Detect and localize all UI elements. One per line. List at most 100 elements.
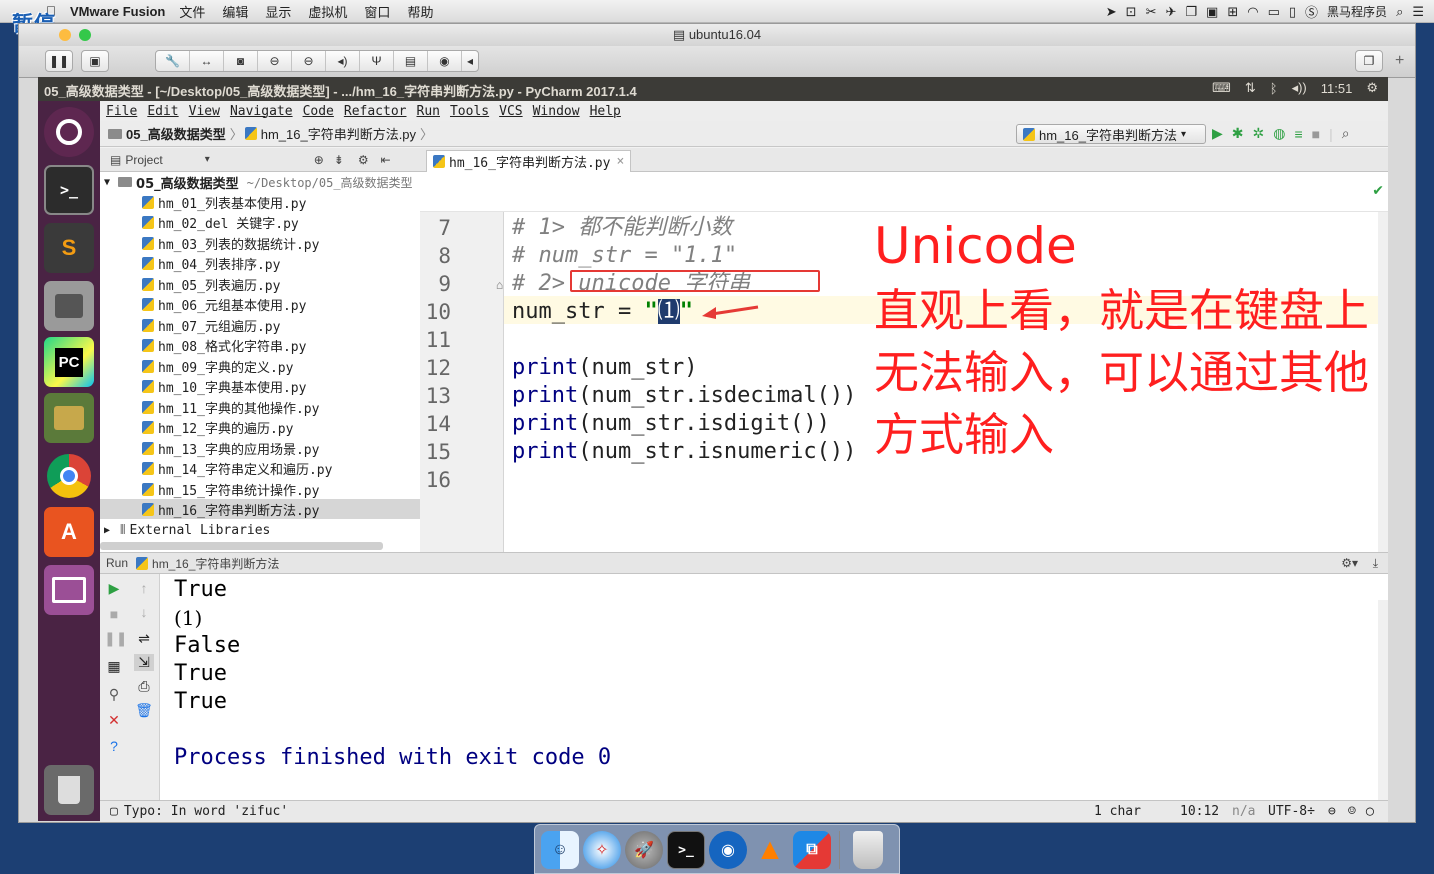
console-scrollbar[interactable] — [1378, 600, 1388, 800]
pc-menu-edit[interactable]: Edit — [147, 104, 178, 119]
fold-marker-icon[interactable]: ⌂ — [496, 278, 503, 292]
pause-icon[interactable]: ❚❚ — [104, 630, 127, 647]
gear-icon[interactable]: ⚙▾ — [1341, 556, 1358, 570]
rerun-icon[interactable]: ▶ — [104, 580, 124, 597]
pc-menu-code[interactable]: Code — [303, 104, 334, 119]
lock-icon[interactable]: ⊖ — [258, 51, 292, 71]
gear-icon[interactable]: ⚙ — [358, 153, 369, 167]
console-output[interactable]: True (1) False True True Process finishe… — [160, 574, 1388, 800]
tree-file-item[interactable]: hm_06_元组基本使用.py — [100, 294, 420, 314]
stop-icon[interactable]: ■ — [104, 606, 124, 622]
safari-icon[interactable]: ✧ — [583, 831, 621, 869]
run-panel-label[interactable]: Run — [106, 556, 128, 570]
editor-tab-active[interactable]: hm_16_字符串判断方法.py × — [426, 150, 632, 172]
pycharm-launcher-icon[interactable]: PC — [44, 337, 94, 387]
files-launcher-icon[interactable] — [44, 281, 94, 331]
code-editor[interactable]: # 1> 都不能判断小数 # num_str = "1.1" # 2> unic… — [504, 212, 1388, 552]
inspection-ok-icon[interactable]: ✔ — [1372, 182, 1384, 199]
profile-icon[interactable]: ◍ — [1273, 125, 1285, 142]
tree-file-item[interactable]: hm_14_字符串定义和遍历.py — [100, 458, 420, 478]
tree-file-item[interactable]: hm_02_del 关键字.py — [100, 212, 420, 232]
tree-file-item[interactable]: hm_05_列表遍历.py — [100, 274, 420, 294]
pc-menu-vcs[interactable]: VCS — [499, 104, 522, 119]
status-toggle-icon[interactable]: ▢ — [110, 804, 118, 819]
pc-menu-tools[interactable]: Tools — [450, 104, 489, 119]
menu-vm[interactable]: 虚拟机 — [308, 2, 347, 21]
sublime-launcher-icon[interactable]: S — [44, 223, 94, 273]
expand-arrow-icon[interactable]: ▼ — [104, 177, 110, 188]
pc-menu-run[interactable]: Run — [417, 104, 440, 119]
soft-wrap-icon[interactable]: ⇌ — [134, 630, 154, 647]
clipboard-icon[interactable]: ▣ — [1206, 4, 1218, 20]
trash-launcher-icon[interactable] — [44, 765, 94, 815]
tree-file-item[interactable]: hm_07_元组遍历.py — [100, 315, 420, 335]
disk-icon[interactable]: ◙ — [224, 51, 258, 71]
tree-file-item[interactable]: hm_10_字典基本使用.py — [100, 376, 420, 396]
send-icon[interactable]: ✈ — [1165, 4, 1176, 20]
menu-edit[interactable]: 编辑 — [222, 2, 248, 21]
mac-user-name[interactable]: 黑马程序员 — [1327, 3, 1387, 20]
layout-icon[interactable]: ▦ — [104, 658, 124, 675]
breadcrumb-file[interactable]: hm_16_字符串判断方法.py 〉 — [244, 124, 433, 143]
menu-view[interactable]: 显示 — [265, 2, 291, 21]
tree-root-folder[interactable]: ▼ 05_高级数据类型 ~/Desktop/05_高级数据类型 — [100, 172, 420, 192]
terminal-dock-icon[interactable]: >_ — [667, 831, 705, 869]
terminal-launcher-icon[interactable]: >_ — [44, 165, 94, 215]
tree-file-item[interactable]: hm_08_格式化字符串.py — [100, 335, 420, 355]
tree-file-item[interactable]: hm_03_列表的数据统计.py — [100, 233, 420, 253]
dash-home-icon[interactable] — [44, 107, 94, 157]
menu-window[interactable]: 窗口 — [364, 2, 390, 21]
lock-icon[interactable]: ⊖ — [1328, 804, 1336, 819]
print-icon[interactable]: ⎙ — [134, 678, 154, 695]
tree-file-item[interactable]: hm_11_字典的其他操作.py — [100, 397, 420, 417]
finder-icon[interactable]: ☺ — [541, 831, 579, 869]
pc-menu-view[interactable]: View — [189, 104, 220, 119]
menu-file[interactable]: 文件 — [179, 2, 205, 21]
launchpad-icon[interactable]: 🚀 — [625, 831, 663, 869]
event-log-icon[interactable]: ◯ — [1366, 804, 1374, 819]
vm-unity-button[interactable]: ❐ — [1355, 50, 1383, 72]
spotlight-search-icon[interactable]: ⌕ — [1396, 4, 1403, 20]
bluetooth-icon[interactable]: ᛒ — [1270, 81, 1278, 96]
debug-bug-icon[interactable]: ✱ — [1232, 125, 1244, 142]
status-encoding[interactable]: UTF-8÷ — [1268, 804, 1315, 819]
books-launcher-icon[interactable] — [44, 393, 94, 443]
sogou-icon[interactable]: Ⓢ — [1305, 2, 1318, 21]
pc-menu-navigate[interactable]: Navigate — [230, 104, 293, 119]
pin-icon[interactable]: ⚲ — [104, 686, 124, 703]
vmware-dock-icon[interactable]: ⧉ — [793, 831, 831, 869]
status-cursor-position[interactable]: 10:12 — [1180, 804, 1219, 819]
workspace-switcher-icon[interactable] — [44, 565, 94, 615]
airplay-icon[interactable]: ▭ — [1268, 4, 1280, 20]
coverage-icon[interactable]: ✲ — [1253, 125, 1265, 142]
collapse-all-icon[interactable]: ⇟ — [334, 153, 344, 167]
status-line-separator[interactable]: n/a — [1232, 804, 1255, 819]
run-play-icon[interactable]: ▶ — [1212, 125, 1223, 142]
concurrency-icon[interactable]: ≡ — [1294, 126, 1302, 142]
search-everywhere-icon[interactable]: ⌕ — [1342, 125, 1350, 142]
screen-record-icon[interactable]: ⊡ — [1126, 4, 1137, 20]
drive-icon[interactable]: ▤ — [394, 51, 428, 71]
tree-file-item[interactable]: hm_13_字典的应用场景.py — [100, 438, 420, 458]
trash-icon[interactable]: 🗑 — [134, 702, 154, 719]
power-gear-icon[interactable]: ⚙ — [1366, 80, 1378, 96]
add-tab-icon[interactable]: + — [1395, 52, 1404, 70]
pc-menu-refactor[interactable]: Refactor — [344, 104, 407, 119]
run-configuration-select[interactable]: hm_16_字符串判断方法 ▾ — [1016, 124, 1206, 144]
expand-arrow-icon[interactable]: ▶ — [104, 525, 110, 536]
editor-scrollbar[interactable] — [1378, 212, 1388, 552]
tree-horizontal-scrollbar[interactable] — [100, 542, 383, 550]
tree-file-item[interactable]: hm_04_列表排序.py — [100, 253, 420, 273]
vm-suspend-button[interactable]: ❚❚ — [45, 50, 73, 72]
network-icon[interactable]: ⇅ — [1245, 80, 1256, 96]
pc-menu-window[interactable]: Window — [533, 104, 580, 119]
inspector-icon[interactable]: ☺ — [1348, 804, 1356, 819]
ubuntu-clock[interactable]: 11:51 — [1321, 81, 1353, 96]
network-arrows-icon[interactable]: ↔ — [190, 51, 224, 71]
vlc-icon[interactable]: ▲ — [751, 831, 789, 869]
settings-wrench-icon[interactable]: 🔧 — [156, 51, 190, 71]
chevron-left-icon[interactable]: ◂ — [462, 51, 478, 71]
screenflow-icon[interactable]: ◉ — [709, 831, 747, 869]
scroll-from-source-icon[interactable]: ⊕ — [314, 153, 324, 167]
hide-panel-icon[interactable]: ⤓ — [1373, 556, 1378, 571]
